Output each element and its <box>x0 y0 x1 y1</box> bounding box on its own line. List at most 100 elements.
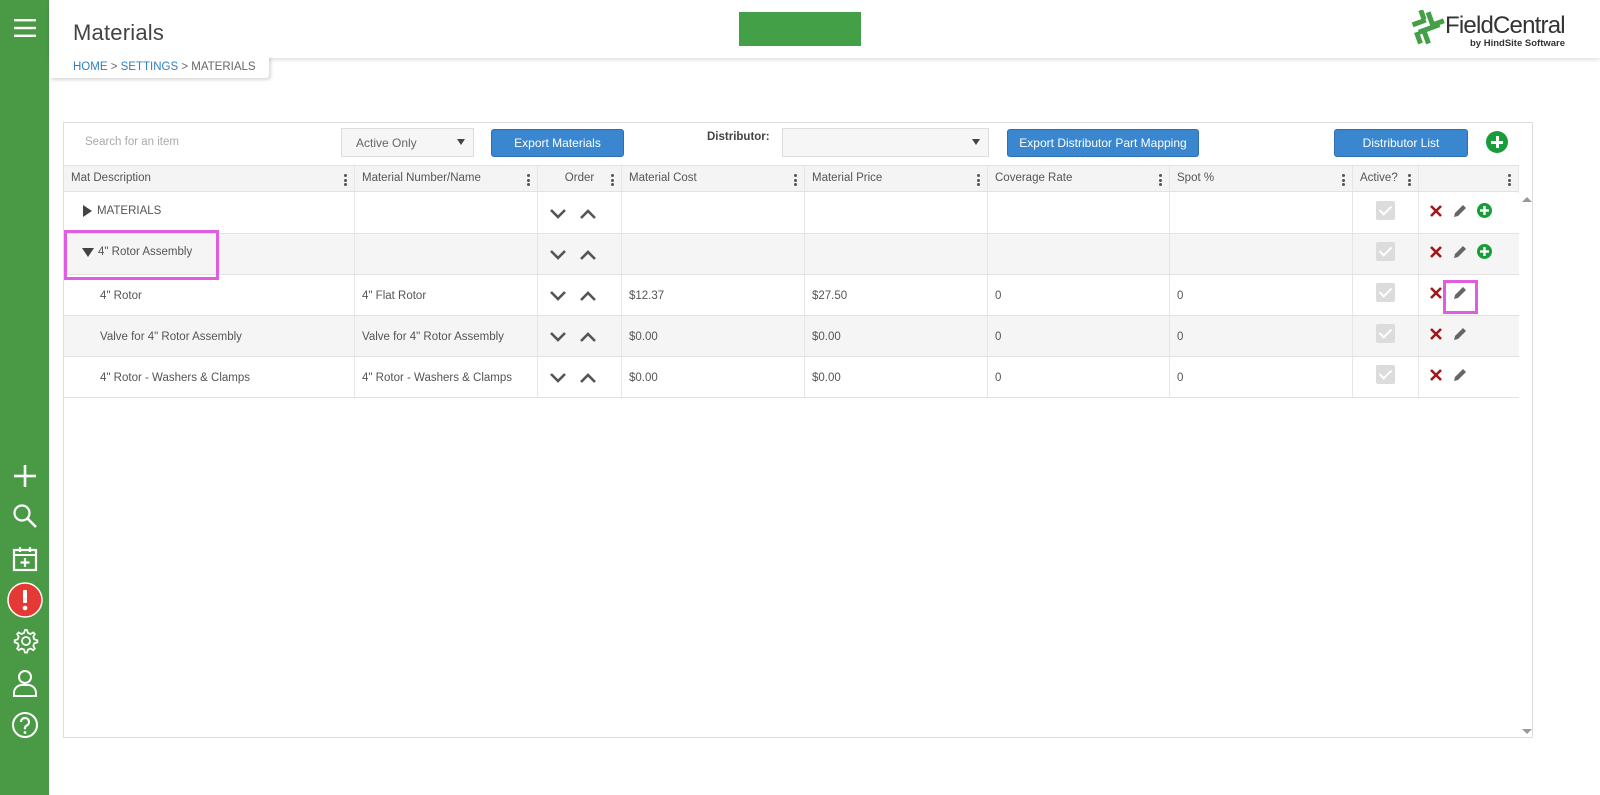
price-cell: $27.50 <box>805 275 988 315</box>
user-icon[interactable] <box>0 668 49 698</box>
distributor-select[interactable] <box>782 128 989 157</box>
column-label: Material Cost <box>629 172 697 184</box>
table-row[interactable]: 4" Rotor - Washers & Clamps 4" Rotor - W… <box>64 357 1519 398</box>
spot-cell <box>1170 193 1353 233</box>
scroll-up-arrow-icon[interactable] <box>1521 196 1533 204</box>
order-cell <box>538 193 622 233</box>
delete-x-icon[interactable] <box>1430 246 1442 258</box>
actions-cell <box>1419 193 1519 233</box>
search-input[interactable]: Search for an item <box>85 136 179 148</box>
active-filter-select[interactable]: Active Only <box>341 128 474 157</box>
column-header-cost[interactable]: Material Cost <box>622 166 805 193</box>
active-filter-value: Active Only <box>356 136 417 150</box>
coverage-cell <box>988 193 1170 233</box>
column-label: Mat Description <box>71 172 151 184</box>
active-checkbox[interactable] <box>1376 242 1395 261</box>
cost-cell: $12.37 <box>622 275 805 315</box>
search-icon[interactable] <box>0 502 49 530</box>
column-menu-icon[interactable] <box>1159 174 1162 186</box>
table-row[interactable]: MATERIALS <box>64 193 1519 234</box>
delete-x-icon[interactable] <box>1430 287 1442 299</box>
column-menu-icon[interactable] <box>1342 174 1345 186</box>
add-child-plus-icon[interactable] <box>1477 203 1492 218</box>
calendar-add-icon[interactable] <box>0 544 49 574</box>
breadcrumb-home-link[interactable]: HOME <box>73 61 108 73</box>
column-menu-icon[interactable] <box>977 174 980 186</box>
add-icon[interactable] <box>0 462 49 490</box>
export-materials-button[interactable]: Export Materials <box>491 129 624 157</box>
active-checkbox[interactable] <box>1376 201 1395 220</box>
edit-pencil-icon[interactable] <box>1452 326 1468 342</box>
column-menu-icon[interactable] <box>611 174 614 186</box>
move-up-chevron-icon[interactable] <box>580 288 596 304</box>
export-distributor-mapping-button[interactable]: Export Distributor Part Mapping <box>1007 129 1199 157</box>
table-row[interactable]: 4" Rotor Assembly <box>64 234 1519 275</box>
column-menu-icon[interactable] <box>794 174 797 186</box>
breadcrumb-separator: > <box>181 61 189 73</box>
delete-x-icon[interactable] <box>1430 205 1442 217</box>
cost-cell: $0.00 <box>622 357 805 397</box>
add-child-plus-icon[interactable] <box>1477 244 1492 259</box>
edit-pencil-icon[interactable] <box>1452 367 1468 383</box>
table-row[interactable]: 4" Rotor 4" Flat Rotor $12.37 $27.50 0 0 <box>64 275 1519 316</box>
move-down-chevron-icon[interactable] <box>550 247 566 263</box>
price-cell <box>805 234 988 274</box>
column-header-active[interactable]: Active? <box>1353 166 1419 193</box>
sidebar <box>0 0 49 795</box>
move-down-chevron-icon[interactable] <box>550 329 566 345</box>
delete-x-icon[interactable] <box>1430 328 1442 340</box>
description-cell: Valve for 4" Rotor Assembly <box>64 316 355 356</box>
breadcrumb-current: MATERIALS <box>191 61 256 73</box>
active-checkbox[interactable] <box>1376 324 1395 343</box>
grid-scrollbar[interactable] <box>1519 192 1533 737</box>
caret-down-icon <box>457 139 465 145</box>
move-up-chevron-icon[interactable] <box>580 329 596 345</box>
expand-caret-right-icon[interactable] <box>82 205 92 217</box>
number-cell <box>355 234 538 274</box>
help-icon[interactable] <box>0 710 49 740</box>
add-material-icon[interactable] <box>1486 131 1508 153</box>
column-header-spot[interactable]: Spot % <box>1170 166 1353 193</box>
scroll-down-arrow-icon[interactable] <box>1521 727 1533 735</box>
move-down-chevron-icon[interactable] <box>550 288 566 304</box>
highlight-box <box>1443 280 1478 314</box>
column-header-actions[interactable] <box>1419 166 1519 193</box>
column-header-price[interactable]: Material Price <box>805 166 988 193</box>
active-checkbox[interactable] <box>1376 365 1395 384</box>
delete-x-icon[interactable] <box>1430 369 1442 381</box>
settings-gear-icon[interactable] <box>0 626 49 656</box>
active-cell <box>1353 275 1419 315</box>
move-up-chevron-icon[interactable] <box>580 247 596 263</box>
edit-pencil-icon[interactable] <box>1452 244 1468 260</box>
column-menu-icon[interactable] <box>527 174 530 186</box>
column-header-description[interactable]: Mat Description <box>64 166 355 193</box>
alert-icon[interactable] <box>0 582 49 618</box>
spot-cell: 0 <box>1170 316 1353 356</box>
active-cell <box>1353 316 1419 356</box>
price-cell: $0.00 <box>805 316 988 356</box>
move-up-chevron-icon[interactable] <box>580 370 596 386</box>
column-menu-icon[interactable] <box>1508 174 1511 186</box>
column-header-number[interactable]: Material Number/Name <box>355 166 538 193</box>
distributor-list-button[interactable]: Distributor List <box>1334 129 1468 157</box>
breadcrumb-settings-link[interactable]: SETTINGS <box>121 61 179 73</box>
actions-cell <box>1419 316 1519 356</box>
spot-cell: 0 <box>1170 357 1353 397</box>
number-cell: Valve for 4" Rotor Assembly <box>355 316 538 356</box>
edit-pencil-icon[interactable] <box>1452 203 1468 219</box>
move-down-chevron-icon[interactable] <box>550 370 566 386</box>
order-cell <box>538 275 622 315</box>
hamburger-menu-icon[interactable] <box>0 15 49 41</box>
active-checkbox[interactable] <box>1376 283 1395 302</box>
cost-cell: $0.00 <box>622 316 805 356</box>
move-down-chevron-icon[interactable] <box>550 206 566 222</box>
move-up-chevron-icon[interactable] <box>580 206 596 222</box>
column-header-order[interactable]: Order <box>538 166 622 193</box>
table-row[interactable]: Valve for 4" Rotor Assembly Valve for 4"… <box>64 316 1519 357</box>
column-header-coverage[interactable]: Coverage Rate <box>988 166 1170 193</box>
column-label: Spot % <box>1177 172 1215 184</box>
column-menu-icon[interactable] <box>344 174 347 186</box>
page-title: Materials <box>73 20 165 45</box>
active-cell <box>1353 234 1419 274</box>
column-menu-icon[interactable] <box>1408 174 1411 186</box>
